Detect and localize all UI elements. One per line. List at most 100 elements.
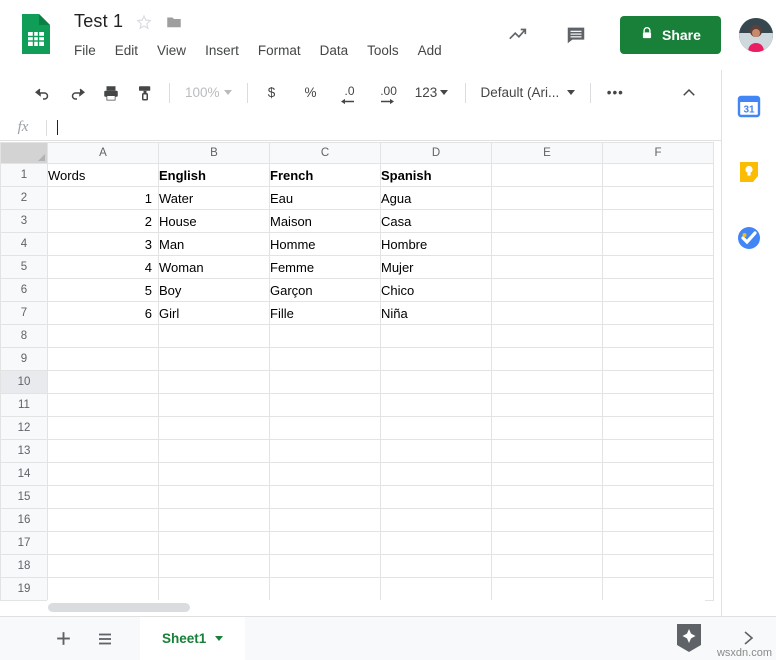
cell-F17[interactable] [603, 532, 714, 555]
cell-F12[interactable] [603, 417, 714, 440]
cell-B6[interactable]: Boy [159, 279, 270, 302]
cell-E5[interactable] [492, 256, 603, 279]
cell-F14[interactable] [603, 463, 714, 486]
formula-input[interactable] [47, 115, 721, 141]
collapse-toolbar-button[interactable] [675, 79, 703, 107]
cell-B3[interactable]: House [159, 210, 270, 233]
cell-C10[interactable] [270, 371, 381, 394]
menu-tools[interactable]: Tools [367, 43, 399, 58]
cell-A16[interactable] [48, 509, 159, 532]
explore-star-icon[interactable] [674, 622, 704, 654]
cell-D15[interactable] [381, 486, 492, 509]
cell-F9[interactable] [603, 348, 714, 371]
row-header-3[interactable]: 3 [1, 210, 48, 233]
cell-B7[interactable]: Girl [159, 302, 270, 325]
cell-C4[interactable]: Homme [270, 233, 381, 256]
cell-D10[interactable] [381, 371, 492, 394]
cell-D19[interactable] [381, 578, 492, 601]
cell-D6[interactable]: Chico [381, 279, 492, 302]
cell-F19[interactable] [603, 578, 714, 601]
comment-icon[interactable] [562, 21, 590, 49]
cell-E11[interactable] [492, 394, 603, 417]
keep-icon[interactable] [737, 160, 761, 184]
cell-B18[interactable] [159, 555, 270, 578]
cell-A19[interactable] [48, 578, 159, 601]
cell-C16[interactable] [270, 509, 381, 532]
cell-A9[interactable] [48, 348, 159, 371]
cell-D8[interactable] [381, 325, 492, 348]
cell-A12[interactable] [48, 417, 159, 440]
row-header-11[interactable]: 11 [1, 394, 48, 417]
cell-B5[interactable]: Woman [159, 256, 270, 279]
cell-C2[interactable]: Eau [270, 187, 381, 210]
print-icon[interactable] [97, 79, 125, 107]
row-header-2[interactable]: 2 [1, 187, 48, 210]
row-header-8[interactable]: 8 [1, 325, 48, 348]
cell-B19[interactable] [159, 578, 270, 601]
currency-format-button[interactable]: $ [258, 79, 286, 107]
cell-E8[interactable] [492, 325, 603, 348]
cell-E9[interactable] [492, 348, 603, 371]
cell-A1[interactable]: Words [48, 164, 159, 187]
trending-up-icon[interactable] [504, 21, 532, 49]
cell-C3[interactable]: Maison [270, 210, 381, 233]
avatar[interactable] [739, 18, 773, 52]
font-selector[interactable]: Default (Ari... [473, 80, 584, 106]
cell-C17[interactable] [270, 532, 381, 555]
select-all-corner[interactable] [1, 143, 48, 164]
column-header-d[interactable]: D [381, 143, 492, 164]
cell-F5[interactable] [603, 256, 714, 279]
cell-E13[interactable] [492, 440, 603, 463]
menu-format[interactable]: Format [258, 43, 301, 58]
cell-D17[interactable] [381, 532, 492, 555]
cell-B11[interactable] [159, 394, 270, 417]
cell-E12[interactable] [492, 417, 603, 440]
column-header-f[interactable]: F [603, 143, 714, 164]
cell-F1[interactable] [603, 164, 714, 187]
add-sheet-button[interactable] [46, 622, 80, 656]
zoom-selector[interactable]: 100% [177, 80, 240, 106]
page-title[interactable]: Test 1 [74, 11, 123, 32]
cell-A7[interactable]: 6 [48, 302, 159, 325]
star-outline-icon[interactable] [135, 13, 153, 31]
cell-E14[interactable] [492, 463, 603, 486]
cell-D16[interactable] [381, 509, 492, 532]
row-header-4[interactable]: 4 [1, 233, 48, 256]
cell-C12[interactable] [270, 417, 381, 440]
cell-F6[interactable] [603, 279, 714, 302]
cell-F4[interactable] [603, 233, 714, 256]
row-header-12[interactable]: 12 [1, 417, 48, 440]
cell-F13[interactable] [603, 440, 714, 463]
cell-D14[interactable] [381, 463, 492, 486]
cell-E7[interactable] [492, 302, 603, 325]
cell-F7[interactable] [603, 302, 714, 325]
cell-A6[interactable]: 5 [48, 279, 159, 302]
cell-B9[interactable] [159, 348, 270, 371]
column-header-e[interactable]: E [492, 143, 603, 164]
cell-B16[interactable] [159, 509, 270, 532]
cell-A2[interactable]: 1 [48, 187, 159, 210]
cell-C1[interactable]: French [270, 164, 381, 187]
cell-A18[interactable] [48, 555, 159, 578]
cell-A11[interactable] [48, 394, 159, 417]
cell-E10[interactable] [492, 371, 603, 394]
cell-A5[interactable]: 4 [48, 256, 159, 279]
undo-icon[interactable] [29, 79, 57, 107]
cell-C18[interactable] [270, 555, 381, 578]
cell-F10[interactable] [603, 371, 714, 394]
cell-C9[interactable] [270, 348, 381, 371]
number-format-selector[interactable]: 123 [414, 79, 450, 107]
menu-insert[interactable]: Insert [205, 43, 239, 58]
chevron-right-icon[interactable] [738, 628, 758, 648]
cell-C14[interactable] [270, 463, 381, 486]
paint-format-icon[interactable] [131, 79, 159, 107]
cell-D3[interactable]: Casa [381, 210, 492, 233]
cell-D4[interactable]: Hombre [381, 233, 492, 256]
row-header-5[interactable]: 5 [1, 256, 48, 279]
horizontal-scroll-thumb[interactable] [48, 603, 190, 612]
cell-E1[interactable] [492, 164, 603, 187]
cell-F18[interactable] [603, 555, 714, 578]
menu-data[interactable]: Data [320, 43, 349, 58]
cell-D18[interactable] [381, 555, 492, 578]
cell-B15[interactable] [159, 486, 270, 509]
